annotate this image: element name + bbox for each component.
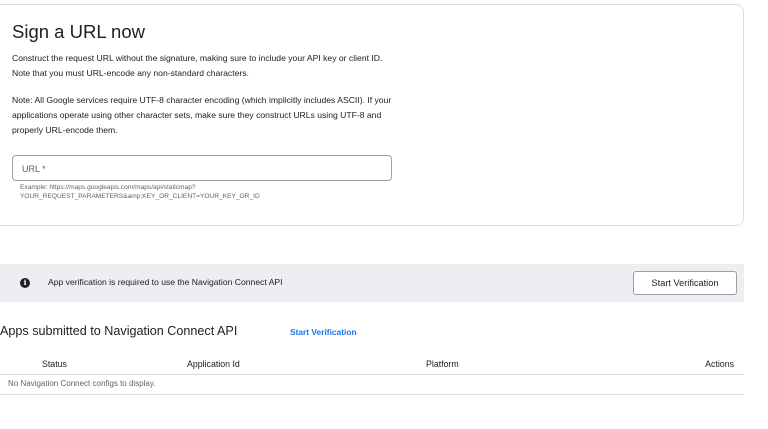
- url-field[interactable]: [12, 155, 392, 181]
- url-example-line-2: YOUR_REQUEST_PARAMETERS&amp;KEY_OR_CLIEN…: [20, 193, 260, 200]
- start-verification-button[interactable]: Start Verification: [633, 271, 737, 295]
- url-example-hint: Example: https://maps.googleapis.com/map…: [20, 183, 380, 201]
- verification-message: App verification is required to use the …: [48, 277, 283, 287]
- start-verification-link[interactable]: Start Verification: [290, 327, 357, 337]
- column-header-status[interactable]: Status: [42, 359, 67, 369]
- info-icon: i: [20, 278, 30, 288]
- table-empty-row: No Navigation Connect configs to display…: [0, 375, 744, 395]
- column-header-platform[interactable]: Platform: [426, 359, 459, 369]
- url-input[interactable]: [22, 161, 382, 177]
- instructions-paragraph: Construct the request URL without the si…: [12, 53, 383, 78]
- apps-section-title: Apps submitted to Navigation Connect API: [0, 324, 238, 338]
- url-example-line-1: Example: https://maps.googleapis.com/map…: [20, 184, 196, 191]
- encoding-note-paragraph: Note: All Google services require UTF-8 …: [12, 95, 392, 135]
- verification-banner: i App verification is required to use th…: [0, 264, 744, 302]
- card-title: Sign a URL now: [12, 21, 145, 42]
- column-header-actions: Actions: [705, 359, 734, 369]
- empty-table-message: No Navigation Connect configs to display…: [8, 379, 156, 388]
- column-header-application-id[interactable]: Application Id: [187, 359, 240, 369]
- apps-table-header: Status Application Id Platform Actions: [0, 353, 744, 375]
- sign-url-card: Sign a URL now Construct the request URL…: [0, 4, 744, 226]
